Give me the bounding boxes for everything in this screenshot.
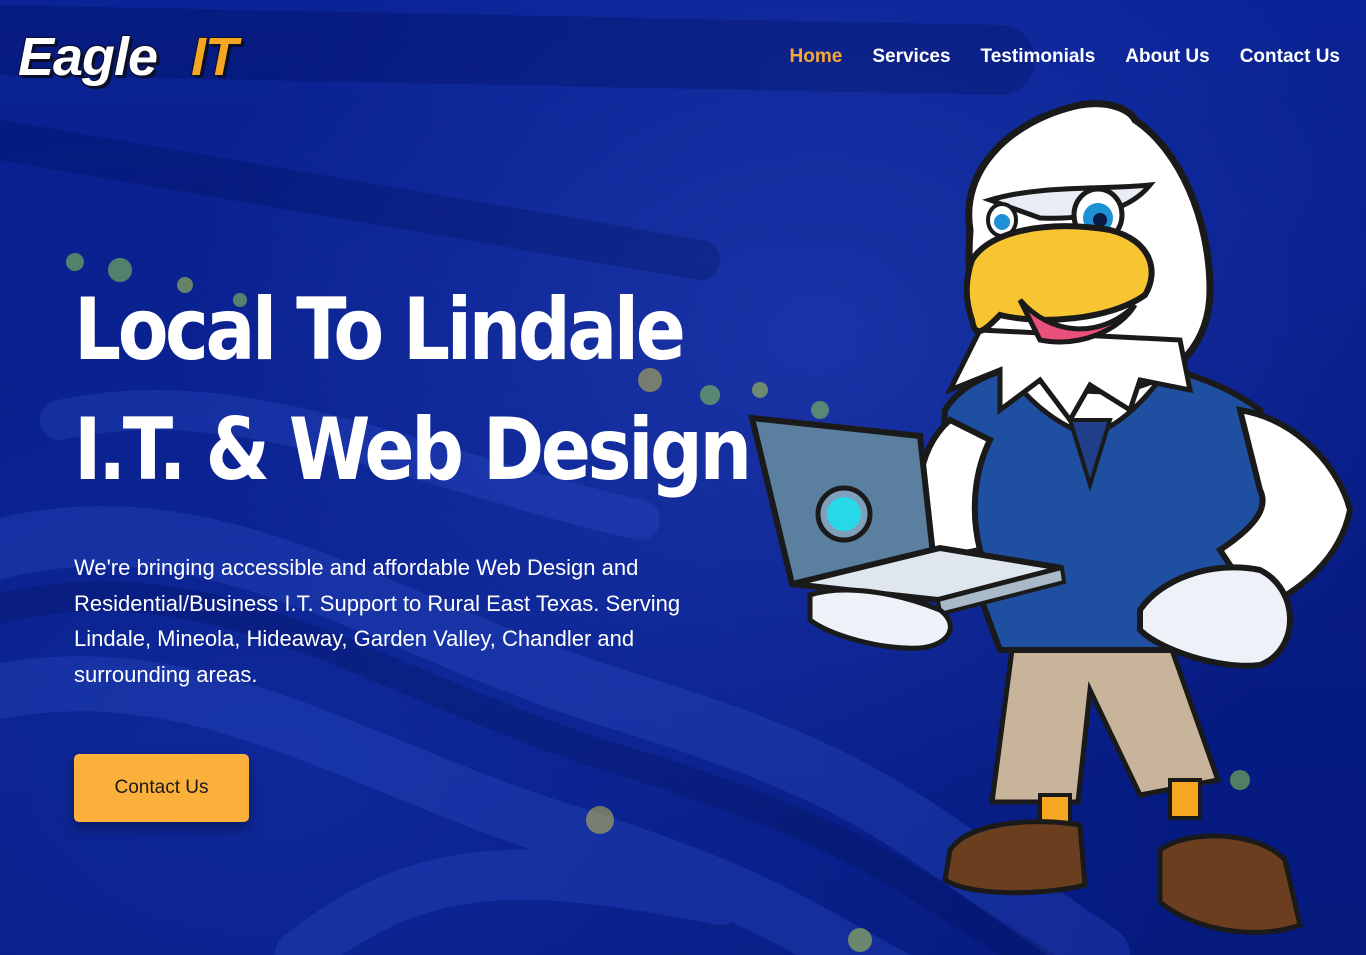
nav-item-about-us[interactable]: About Us	[1125, 46, 1209, 68]
hero-subtext: We're bringing accessible and affordable…	[74, 555, 681, 687]
nav-item-home[interactable]: Home	[790, 46, 843, 68]
nav-item-services[interactable]: Services	[872, 46, 950, 68]
contact-us-button[interactable]: Contact Us	[74, 754, 249, 822]
nav-item-testimonials[interactable]: Testimonials	[981, 46, 1096, 68]
logo-wordmark: Eagle	[18, 27, 158, 87]
headline-line-2: I.T. & Web Design	[74, 400, 752, 500]
main-nav: Home Services Testimonials About Us Cont…	[790, 46, 1340, 68]
logo-accent: IT	[191, 27, 238, 87]
nav-item-contact-us[interactable]: Contact Us	[1240, 46, 1340, 68]
eagle-mascot-icon	[748, 100, 1354, 935]
hero-headline: Local To Lindale I.T. & Web Design	[74, 270, 752, 510]
site-logo[interactable]: Eagle IT	[16, 22, 266, 87]
hero-section: Eagle IT Home Services Testimonials Abou…	[0, 0, 1366, 955]
headline-line-1: Local To Lindale	[74, 280, 686, 380]
